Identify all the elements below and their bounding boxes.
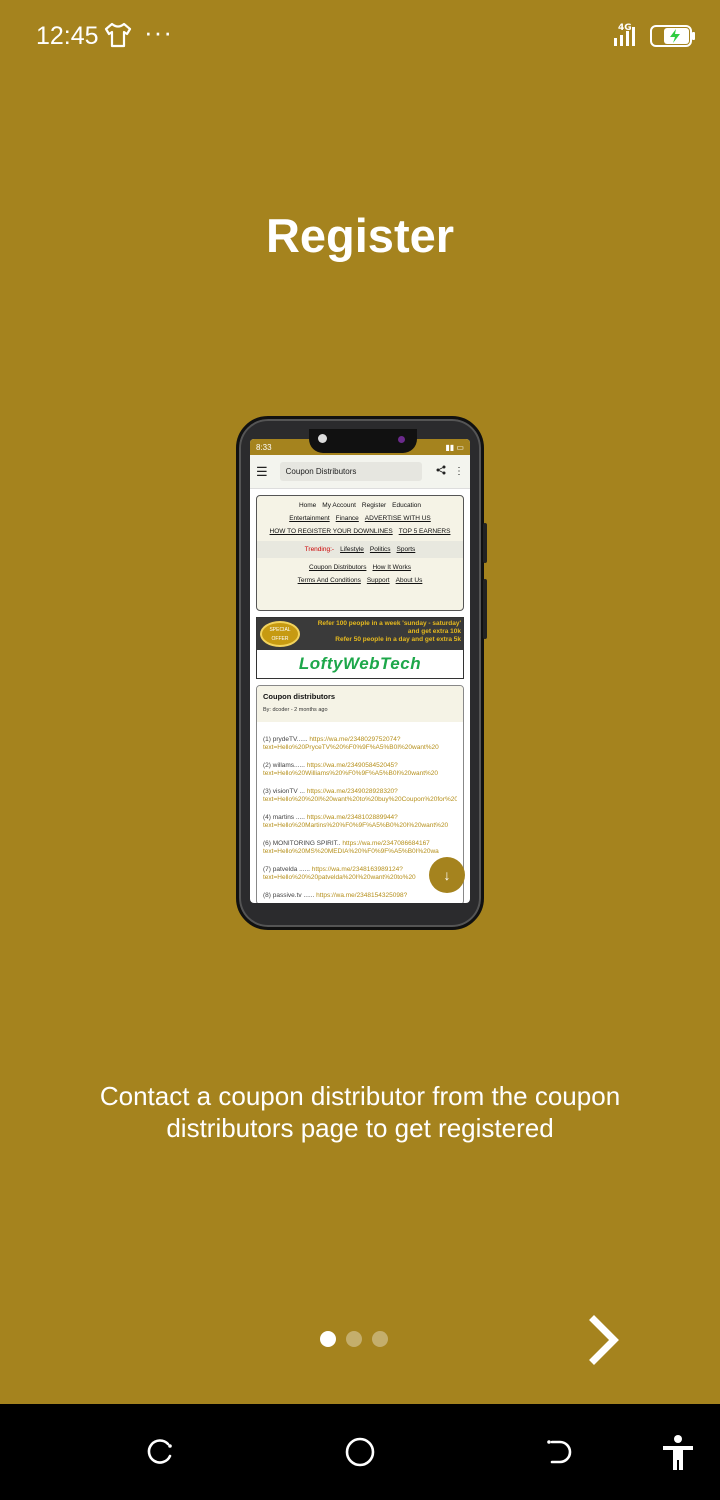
mini-distributor-name: (2) willams...... xyxy=(263,762,305,769)
system-navigation-bar xyxy=(0,1404,720,1500)
page-dot xyxy=(346,1331,362,1347)
mini-distributor-name: (4) martins ..... xyxy=(263,814,305,821)
mini-distributor-link-text: text=Hello%20PryceTV%20%F0%9F%A5%B0I%20w… xyxy=(263,744,439,751)
mini-distributor-link: https://wa.me/2348029752074? xyxy=(309,736,401,743)
phone-volume-button xyxy=(483,523,487,563)
battery-charging-icon xyxy=(650,24,696,53)
mini-ad-banner: SPECIAL OFFER Refer 100 people in a week… xyxy=(256,617,464,679)
mini-distributor-item: (1) prydeTV...... https://wa.me/23480297… xyxy=(263,736,457,752)
status-time: 12:45 xyxy=(36,22,99,50)
phone-notch xyxy=(309,429,417,453)
mini-distributor-item: (3) visionTV ... https://wa.me/234902892… xyxy=(263,788,457,804)
mini-trending-row: Trending:- Lifestyle Politics Sports xyxy=(257,541,463,558)
status-bar: 12:45 ··· 4G xyxy=(0,0,720,72)
mini-distributor-item: (6) MONITORING SPIRIT.. https://wa.me/23… xyxy=(263,840,457,856)
page-indicator xyxy=(320,1331,388,1347)
mini-distributor-name: (3) visionTV ... xyxy=(263,788,305,795)
mini-url-field: Coupon Distributors xyxy=(279,462,422,481)
mini-ad-line: Refer 50 people in a day and get extra 5… xyxy=(335,636,461,643)
mini-distributor-item: (4) martins ..... https://wa.me/23481028… xyxy=(263,814,457,830)
sensor-icon xyxy=(398,436,405,443)
mini-nav-row: Coupon Distributors How It Works xyxy=(259,564,461,571)
mini-trending-link: Sports xyxy=(396,546,416,553)
mini-ad-text: Refer 100 people in a week 'sunday - sat… xyxy=(305,620,461,644)
mini-nav-link: Support xyxy=(366,577,390,584)
phone-mockup-image: 8:33 ▮▮ ▭ ☰ Coupon Distributors ⋮ Home M… xyxy=(236,416,487,930)
mini-nav-row: HOW TO REGISTER YOUR DOWNLINES TOP 5 EAR… xyxy=(259,528,461,535)
phone-screen: 8:33 ▮▮ ▭ ☰ Coupon Distributors ⋮ Home M… xyxy=(250,439,470,903)
mini-distributor-link-text: text=Hello%20Williams%20%F0%9F%A5%B0I%20… xyxy=(263,770,439,777)
mini-card-byline: By: dcoder - 2 months ago xyxy=(263,707,328,713)
onboarding-description: Contact a coupon distributor from the co… xyxy=(99,1081,621,1143)
mini-nav-link: About Us xyxy=(395,577,423,584)
mini-nav-link: Register xyxy=(361,502,387,509)
recents-icon[interactable] xyxy=(140,1432,180,1472)
mini-nav-link: How It Works xyxy=(372,564,411,571)
phone-power-button xyxy=(483,579,487,639)
mini-nav-link: TOP 5 EARNERS xyxy=(398,528,451,535)
mini-nav-link: My Account xyxy=(322,502,356,509)
home-icon[interactable] xyxy=(340,1432,380,1472)
mini-distributor-item: (7) patvelda ...... https://wa.me/234816… xyxy=(263,866,457,882)
network-type-label: 4G xyxy=(618,23,632,33)
mini-nav-row: Entertainment Finance ADVERTISE WITH US xyxy=(259,515,461,522)
share-icon xyxy=(436,465,446,478)
mini-site-nav: Home My Account Register Education Enter… xyxy=(256,495,464,611)
mini-trending-label: Trending:- xyxy=(304,546,335,553)
mini-app-bar: ☰ Coupon Distributors ⋮ xyxy=(250,455,470,489)
mini-distributor-item: (8) passive.tv ...... https://wa.me/2348… xyxy=(263,892,457,900)
page-dot xyxy=(320,1331,336,1347)
mini-nav-link: Education xyxy=(392,502,422,509)
chevron-right-icon xyxy=(589,1315,619,1365)
mini-card-header: Coupon distributors By: dcoder - 2 month… xyxy=(257,686,463,722)
page-dot xyxy=(372,1331,388,1347)
mini-status-icons: ▮▮ ▭ xyxy=(445,442,464,452)
accessibility-icon[interactable] xyxy=(658,1432,698,1472)
mini-distributor-name: (8) passive.tv ...... xyxy=(263,892,315,899)
mini-nav-row: Home My Account Register Education xyxy=(259,502,461,509)
mini-status-time: 8:33 xyxy=(256,442,272,452)
mini-distributor-name: (1) prydeTV...... xyxy=(263,736,308,743)
mini-distributor-link: https://wa.me/2349028928320? xyxy=(306,788,398,795)
mini-nav-link: Entertainment xyxy=(289,515,330,522)
mini-distributor-link: https://wa.me/2347086684167 xyxy=(342,840,430,847)
mini-trending-link: Politics xyxy=(369,546,391,553)
mini-distributor-name: (7) patvelda ...... xyxy=(263,866,310,873)
mini-nav-link: HOW TO REGISTER YOUR DOWNLINES xyxy=(269,528,393,535)
mini-distributor-link: https://wa.me/2348163989124? xyxy=(311,866,403,873)
mini-ad-top: SPECIAL OFFER Refer 100 people in a week… xyxy=(257,618,463,650)
signal-icon: 4G xyxy=(612,22,642,53)
mini-distributor-link-text: text=Hello%20MS%20MEDIA%20%F0%9F%A5%B0I%… xyxy=(263,848,439,855)
mini-nav-row: Terms And Conditions Support About Us xyxy=(259,577,461,584)
mini-distributor-item: (2) willams...... https://wa.me/23490584… xyxy=(263,762,457,778)
mini-ad-line: Refer 100 people in a week 'sunday - sat… xyxy=(317,620,461,635)
special-offer-badge: SPECIAL OFFER xyxy=(260,621,300,647)
mini-nav-link: Terms And Conditions xyxy=(297,577,361,584)
loftywebtech-logo: LoftyWebTech xyxy=(298,654,422,673)
mini-distributor-name: (6) MONITORING SPIRIT.. xyxy=(263,840,341,847)
more-notifications-icon: ··· xyxy=(144,17,173,47)
mini-nav-link: Coupon Distributors xyxy=(309,564,367,571)
mini-distributor-link: https://wa.me/2348102889944? xyxy=(306,814,398,821)
page-title: Register xyxy=(265,209,455,262)
mini-nav-link: Finance xyxy=(335,515,359,522)
mini-distributor-link: https://wa.me/2349058452045? xyxy=(306,762,398,769)
mini-distributor-link-text: text=Hello%20%20I%20want%20to%20buy%20Co… xyxy=(263,796,457,803)
scroll-down-fab-icon: ↓ xyxy=(429,857,465,893)
tshirt-icon xyxy=(104,22,132,53)
next-button[interactable] xyxy=(580,1310,630,1370)
front-camera-icon xyxy=(318,434,327,443)
back-icon[interactable] xyxy=(540,1432,580,1472)
mini-card-title: Coupon distributors xyxy=(263,692,336,701)
mini-trending-link: Lifestyle xyxy=(340,546,364,553)
overflow-menu-icon: ⋮ xyxy=(454,466,464,477)
mini-nav-link: ADVERTISE WITH US xyxy=(364,515,431,522)
mini-nav-link: Home xyxy=(298,502,317,509)
mini-distributor-link: https://wa.me/2348154325098? xyxy=(316,892,408,899)
mini-distributor-link-text: text=Hello%20Martins%20%F0%9F%A5%B0%20I%… xyxy=(263,822,449,829)
hamburger-menu-icon: ☰ xyxy=(256,463,268,479)
mini-distributor-link-text: text=Hello%20%20patvelda%20I%20want%20to… xyxy=(263,874,416,881)
